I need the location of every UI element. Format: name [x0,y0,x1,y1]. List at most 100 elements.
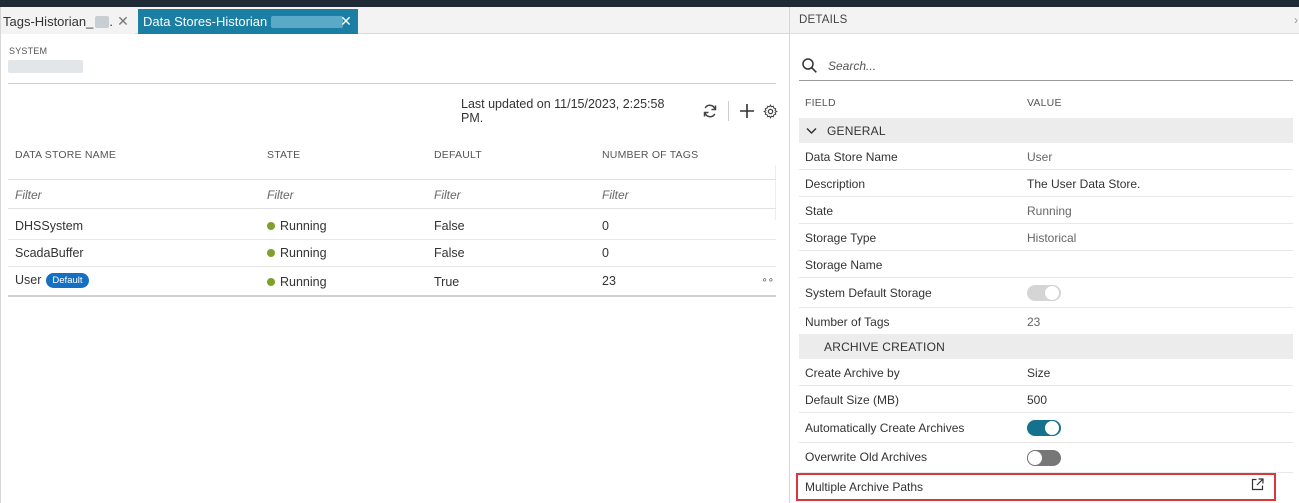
detail-field: Create Archive by [805,366,900,380]
tab-label: Tags-Historian_ [3,14,94,29]
refresh-icon[interactable] [700,101,720,121]
toggle-knob [1044,420,1060,436]
system-label: SYSTEM [9,46,48,56]
section-general[interactable]: GENERAL [799,118,1293,143]
close-icon[interactable]: ✕ [115,13,131,29]
detail-row: Default Size (MB) 500 [799,386,1293,413]
tab-label-suffix: . [109,14,113,29]
tab-label: Data Stores-Historian [143,14,268,29]
detail-field: Storage Name [805,258,883,272]
detail-field: Description [805,177,866,191]
toolbar-separator [728,101,730,121]
cell-name: DHSSystem [15,219,84,233]
status-dot [267,249,275,257]
detail-field: Overwrite Old Archives [805,450,928,464]
data-stores-panel: Tags-Historian_ . ✕ Data Stores-Historia… [0,7,790,503]
state-text: Running [280,219,327,233]
cell-default: True [434,275,460,289]
cell-number-of-tags: 23 [602,274,616,288]
value-column-header: VALUE [1027,97,1062,109]
column-header-default[interactable]: DEFAULT [434,149,482,161]
system-default-storage-toggle [1027,285,1061,301]
table-row[interactable]: ScadaBuffer Running False 0 [8,240,776,267]
detail-row: Overwrite Old Archives [799,443,1293,473]
filter-row: Filter Filter Filter Filter [8,179,776,209]
table-row-selected[interactable]: User Default Running True 23 ∘∘ [8,267,776,297]
search-input[interactable] [828,58,1268,73]
detail-field: Number of Tags [805,315,890,329]
detail-value: Size [1027,366,1051,380]
details-panel: DETAILS › FIELD VALUE GENERAL Data Store… [789,7,1299,503]
cell-name: User Default [15,273,89,288]
filter-input-name[interactable]: Filter [15,188,42,202]
add-icon[interactable] [737,101,757,121]
details-title: DETAILS [799,14,848,26]
column-header-number-of-tags[interactable]: NUMBER OF TAGS [602,149,698,161]
detail-row: State Running [799,197,1293,224]
detail-field: Multiple Archive Paths [805,480,924,494]
tab-data-stores-historian[interactable]: Data Stores-Historian ✕ [138,9,358,34]
table-row[interactable]: DHSSystem Running False 0 [8,213,776,240]
tab-tags-historian[interactable]: Tags-Historian_ . ✕ [1,9,135,34]
detail-row: Description The User Data Store. [799,170,1293,197]
detail-row: Number of Tags 23 [799,308,1293,335]
cell-state: Running [267,219,327,233]
row-more-icon[interactable]: ∘∘ [761,275,774,286]
state-text: Running [280,246,327,260]
cell-state: Running [267,246,327,260]
detail-field: Default Size (MB) [805,393,900,407]
gear-icon[interactable] [761,101,781,121]
divider [8,83,776,84]
detail-value: Historical [1027,231,1077,245]
system-value-redacted [8,60,83,73]
detail-row: Data Store Name User [799,143,1293,170]
detail-row-multiple-archive-paths[interactable]: Multiple Archive Paths [799,473,1293,500]
details-search [799,51,1293,81]
cell-name: ScadaBuffer [15,246,84,260]
status-dot [267,222,275,230]
status-dot [267,278,275,286]
detail-row: Storage Type Historical [799,224,1293,251]
detail-field: State [805,204,834,218]
detail-row: Automatically Create Archives [799,413,1293,443]
detail-value: User [1027,150,1053,164]
column-header-name[interactable]: DATA STORE NAME [15,149,116,161]
table-toolbar: Last updated on 11/15/2023, 2:25:58 PM. [441,97,781,125]
detail-value: The User Data Store. [1027,177,1141,191]
external-link-icon[interactable] [1251,478,1265,492]
cell-number-of-tags: 0 [602,219,609,233]
search-icon [801,57,819,75]
cell-default: False [434,219,465,233]
cell-default: False [434,246,465,260]
name-text: User [15,273,42,287]
tab-bar: Tags-Historian_ . ✕ Data Stores-Historia… [1,7,790,34]
detail-row: System Default Storage [799,278,1293,308]
section-title: GENERAL [827,123,886,138]
detail-field: Data Store Name [805,150,898,164]
detail-value: 500 [1027,393,1048,407]
section-archive-creation[interactable]: ARCHIVE CREATION [799,334,1293,359]
toggle-knob [1027,450,1043,466]
detail-value: Running [1027,204,1072,218]
cell-state: Running [267,275,327,289]
overwrite-old-archives-toggle[interactable] [1027,450,1061,466]
cell-number-of-tags: 0 [602,246,609,260]
redacted-text [271,15,344,28]
detail-row: Create Archive by Size [799,359,1293,386]
detail-field: System Default Storage [805,286,932,300]
chevron-down-icon [806,127,820,135]
filter-input-state[interactable]: Filter [267,188,294,202]
last-updated-text: Last updated on 11/15/2023, 2:25:58 PM. [461,97,665,125]
column-header-state[interactable]: STATE [267,149,300,161]
filter-input-number-of-tags[interactable]: Filter [602,188,629,202]
detail-row: Storage Name [799,251,1293,278]
detail-value: 23 [1027,315,1041,329]
auto-create-archives-toggle[interactable] [1027,420,1061,436]
detail-field: Automatically Create Archives [805,421,965,435]
collapse-icon[interactable]: › [1294,13,1298,27]
close-icon[interactable]: ✕ [338,13,354,29]
toggle-knob [1044,285,1060,301]
app-top-bar [0,0,1299,7]
filter-input-default[interactable]: Filter [434,188,461,202]
section-title: ARCHIVE CREATION [824,339,945,354]
